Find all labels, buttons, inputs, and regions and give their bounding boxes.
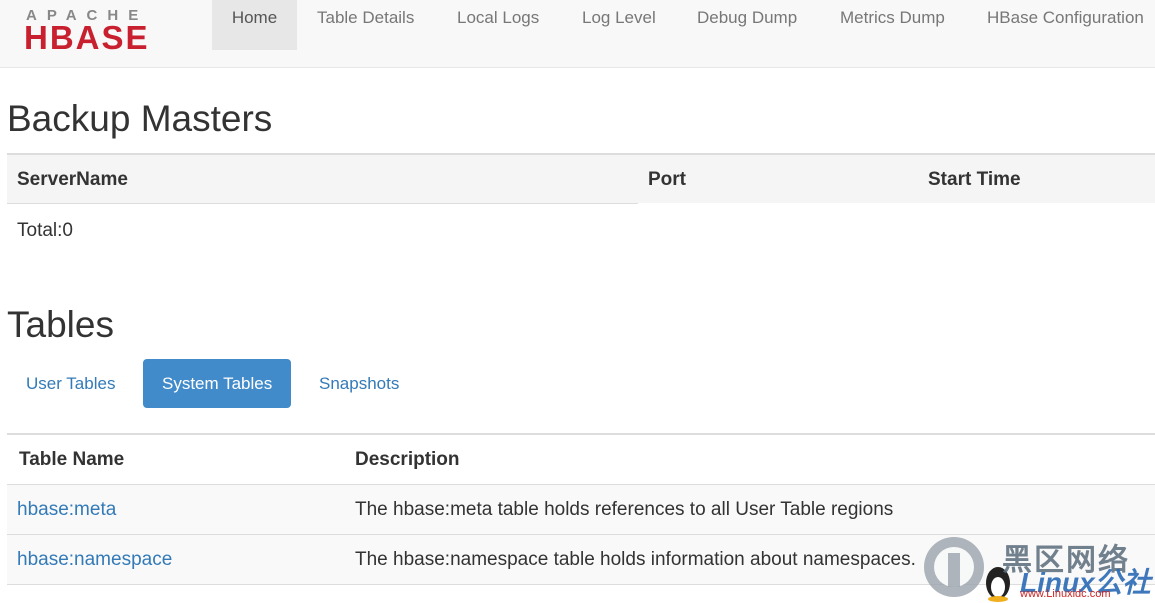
nav-home[interactable]: Home	[212, 0, 297, 50]
backup-masters-total: Total:0	[17, 220, 73, 241]
watermark-line3: www.Linuxidc.com	[1020, 588, 1111, 600]
nav-debug-dump[interactable]: Debug Dump	[697, 0, 797, 50]
table-row: hbase:meta The hbase:meta table holds re…	[7, 485, 1155, 535]
top-navbar: APACHE HBASE Home Table Details Local Lo…	[0, 0, 1155, 68]
backup-masters-header-row: ServerName Port Start Time	[7, 155, 1155, 204]
nav-local-logs[interactable]: Local Logs	[457, 0, 539, 50]
col-table-name: Table Name	[19, 449, 125, 470]
col-start-time: Start Time	[928, 169, 1021, 190]
nav-log-level[interactable]: Log Level	[582, 0, 656, 50]
table-description: The hbase:meta table holds references to…	[355, 499, 894, 520]
backup-masters-table: ServerName Port Start Time Total:0	[7, 153, 1155, 241]
table-link-hbase-namespace[interactable]: hbase:namespace	[17, 549, 172, 571]
tab-system-tables[interactable]: System Tables	[143, 359, 292, 408]
tables-heading: Tables	[7, 304, 114, 345]
backup-masters-heading: Backup Masters	[7, 98, 273, 139]
penguin-icon	[924, 537, 1010, 602]
col-port: Port	[648, 169, 686, 190]
nav-hbase-configuration[interactable]: HBase Configuration	[987, 0, 1144, 50]
nav-table-details[interactable]: Table Details	[317, 0, 414, 50]
tab-snapshots[interactable]: Snapshots	[300, 359, 418, 408]
tables-header-row: Table Name Description	[7, 435, 1155, 485]
watermark: 黑区网络 Linux公社 www.Linuxidc.com	[920, 533, 1155, 603]
tab-user-tables[interactable]: User Tables	[7, 359, 134, 408]
table-link-hbase-meta[interactable]: hbase:meta	[17, 499, 116, 521]
col-description: Description	[355, 449, 460, 470]
hbase-logo[interactable]: APACHE HBASE	[18, 5, 198, 53]
table-description: The hbase:namespace table holds informat…	[355, 549, 916, 570]
col-servername: ServerName	[17, 169, 128, 190]
logo-hbase-text: HBASE	[24, 19, 150, 53]
nav-metrics-dump[interactable]: Metrics Dump	[840, 0, 945, 50]
